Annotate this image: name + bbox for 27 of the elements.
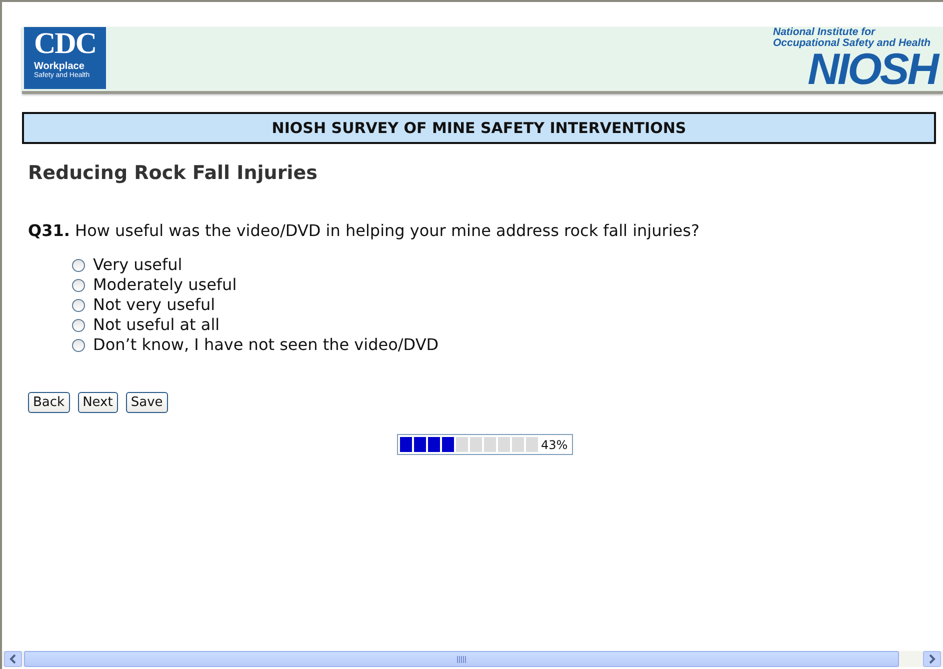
radio-button[interactable] xyxy=(72,338,85,352)
option-label[interactable]: Very useful xyxy=(93,255,182,275)
option-label[interactable]: Don’t know, I have not seen the video/DVD xyxy=(93,335,439,355)
option-label[interactable]: Not useful at all xyxy=(93,315,220,335)
option-label[interactable]: Moderately useful xyxy=(93,275,237,295)
scroll-right-button[interactable] xyxy=(923,651,941,667)
scroll-left-button[interactable] xyxy=(4,651,22,667)
progress-reading: 43% xyxy=(541,438,568,452)
logo-caption: Workplace xyxy=(33,61,84,72)
radio-button[interactable] xyxy=(72,318,85,332)
chevron-right-icon xyxy=(928,654,936,664)
logo-tagline: Occupational Safety and Health xyxy=(772,38,931,49)
logo-tagline: National Institute for xyxy=(772,27,876,38)
grip-icon xyxy=(457,656,466,662)
chevron-left-icon xyxy=(9,654,17,664)
option-label[interactable]: Not very useful xyxy=(93,295,216,315)
radio-button[interactable] xyxy=(72,278,85,292)
radio-button[interactable] xyxy=(72,298,85,312)
logo-letters: CDC xyxy=(34,27,96,61)
question-text: Q31. How useful was the video/DVD in helping your mine address rock fall injuries? xyxy=(28,221,700,240)
nav-button[interactable]: Save xyxy=(126,392,168,413)
survey-title: NIOSH SURVEY OF MINE SAFETY INTERVENTIONS xyxy=(22,112,936,144)
radio-button[interactable] xyxy=(72,258,85,272)
nav-button[interactable]: Back xyxy=(28,392,70,413)
niosh-wordmark: NIOSH xyxy=(808,49,937,91)
nav-button[interactable]: Next xyxy=(78,392,118,413)
section-heading: Reducing Rock Fall Injuries xyxy=(28,162,318,184)
